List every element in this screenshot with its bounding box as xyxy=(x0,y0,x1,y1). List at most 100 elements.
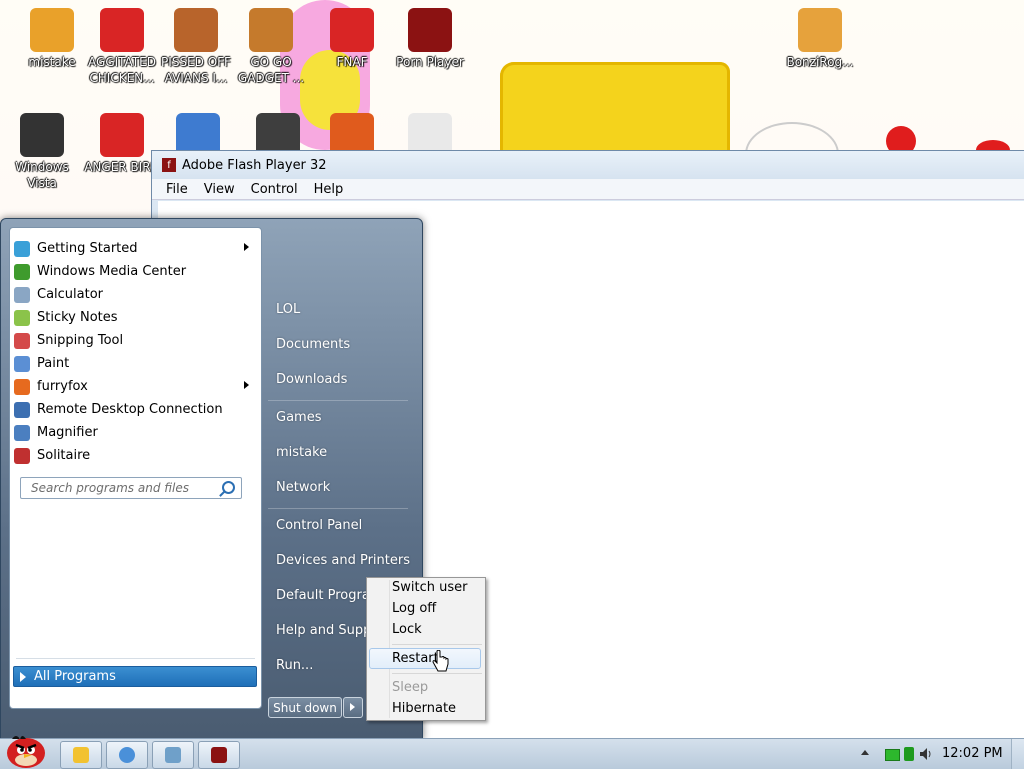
desktop-icon-label: FNAF xyxy=(336,55,368,69)
user-folder-icon xyxy=(30,8,74,52)
desktop-icon-label: Windows Vista xyxy=(15,160,69,190)
desktop-icon[interactable]: BonziRog... xyxy=(782,8,858,70)
desktop-icon-label: BonziRog... xyxy=(786,55,854,69)
menu-item-sleep: Sleep xyxy=(392,680,429,695)
start-right-games[interactable]: Games xyxy=(276,410,321,425)
start-right-control-panel[interactable]: Control Panel xyxy=(276,518,362,533)
desktop-icon[interactable]: GO GO GADGET ... xyxy=(233,8,309,86)
remote-desktop-icon xyxy=(14,401,30,418)
menu-item-lock[interactable]: Lock xyxy=(392,622,422,637)
start-program-item[interactable]: Snipping Tool xyxy=(10,329,261,352)
magnifier-icon xyxy=(14,424,30,441)
angry-bird-icon xyxy=(330,8,374,52)
program-label: Sticky Notes xyxy=(37,310,118,325)
angry-bird-icon xyxy=(100,8,144,52)
desktop-icon[interactable]: FNAF xyxy=(314,8,390,70)
shutdown-button[interactable]: Shut down xyxy=(268,697,342,718)
separator xyxy=(392,644,482,645)
start-program-item[interactable]: Magnifier xyxy=(10,421,261,444)
program-label: furryfox xyxy=(37,379,88,394)
menu-help[interactable]: Help xyxy=(306,182,352,197)
taskbar-button[interactable] xyxy=(60,741,102,769)
desktop-icon[interactable]: Windows Vista xyxy=(4,113,80,191)
paint-icon xyxy=(14,355,30,372)
taskbar-button[interactable] xyxy=(152,741,194,769)
desktop-icon[interactable]: AGGITATED CHICKEN... xyxy=(84,8,160,86)
desktop-icon-label: PISSED OFF AVIANS I... xyxy=(161,55,231,85)
desktop-icon[interactable]: mistake xyxy=(14,8,90,70)
all-programs-label: All Programs xyxy=(34,669,116,684)
start-right-documents[interactable]: Documents xyxy=(276,337,350,352)
window-titlebar[interactable]: f Adobe Flash Player 32 xyxy=(152,151,1024,179)
start-program-item[interactable]: Getting Started xyxy=(10,237,261,260)
media-center-icon xyxy=(14,263,30,280)
start-right-devices-printers[interactable]: Devices and Printers xyxy=(276,553,410,568)
flash-icon xyxy=(408,8,452,52)
angry-bird-icon xyxy=(100,113,144,157)
program-label: Calculator xyxy=(37,287,104,302)
menu-view[interactable]: View xyxy=(196,182,243,197)
start-program-item[interactable]: Remote Desktop Connection xyxy=(10,398,261,421)
image-viewer-icon xyxy=(165,747,181,763)
desktop-icon[interactable]: Porn Player xyxy=(392,8,468,70)
program-label: Snipping Tool xyxy=(37,333,124,348)
program-label: Magnifier xyxy=(37,425,98,440)
arrow-right-icon xyxy=(244,381,249,389)
menu-item-hibernate[interactable]: Hibernate xyxy=(392,701,456,716)
solitaire-icon xyxy=(14,447,30,464)
taskbar-button[interactable] xyxy=(198,741,240,769)
firefox-icon xyxy=(14,378,30,395)
programs-pane: Getting Started Windows Media Center Calcu… xyxy=(9,227,262,709)
start-right-network[interactable]: Network xyxy=(276,480,330,495)
trash-can-icon xyxy=(20,113,64,157)
menu-item-switch-user[interactable]: Switch user xyxy=(392,580,467,595)
angry-bird-start-icon xyxy=(7,736,45,768)
search-input[interactable]: Search programs and files xyxy=(20,477,242,499)
menu-file[interactable]: File xyxy=(158,182,196,197)
start-right-lol[interactable]: LOL xyxy=(276,302,300,317)
all-programs-button[interactable]: All Programs xyxy=(13,666,257,687)
program-label: Solitaire xyxy=(37,448,91,463)
desktop-icon[interactable]: ANGER BIRD xyxy=(84,113,160,175)
taskbar-clock[interactable]: 12:02 PM xyxy=(942,746,1003,761)
flash-icon: f xyxy=(162,158,176,172)
arrow-right-icon xyxy=(244,243,249,251)
getting-started-icon xyxy=(14,240,30,257)
chrome-icon xyxy=(119,747,135,763)
angry-birds-seasons-icon xyxy=(174,8,218,52)
taskbar-button[interactable] xyxy=(106,741,148,769)
start-program-item[interactable]: Paint xyxy=(10,352,261,375)
network-icon[interactable] xyxy=(904,747,914,761)
menu-item-log-off[interactable]: Log off xyxy=(392,601,436,616)
window-menubar: File View Control Help xyxy=(152,179,1024,200)
desktop-icon-label: ANGER BIRD xyxy=(84,160,160,174)
start-right-mistake[interactable]: mistake xyxy=(276,445,327,460)
start-button[interactable] xyxy=(2,731,50,769)
shutdown-options-button[interactable] xyxy=(343,697,363,718)
shutdown-label: Shut down xyxy=(273,700,337,715)
power-options-menu: Switch user Log off Lock Restart Sleep H… xyxy=(366,577,486,721)
show-hidden-icons-button[interactable] xyxy=(861,750,869,755)
desktop-icon-label: AGGITATED CHICKEN... xyxy=(88,55,156,85)
menu-control[interactable]: Control xyxy=(243,182,306,197)
start-program-item[interactable]: furryfox xyxy=(10,375,261,398)
battery-icon[interactable] xyxy=(885,749,900,761)
start-right-downloads[interactable]: Downloads xyxy=(276,372,347,387)
start-program-item[interactable]: Sticky Notes xyxy=(10,306,261,329)
start-program-item[interactable]: Solitaire xyxy=(10,444,261,467)
flash-icon xyxy=(211,747,227,763)
search-placeholder: Search programs and files xyxy=(31,481,189,495)
show-desktop-button[interactable] xyxy=(1011,739,1024,769)
volume-icon[interactable] xyxy=(920,748,934,760)
separator xyxy=(268,400,408,401)
separator xyxy=(268,508,408,509)
calculator-icon xyxy=(14,286,30,303)
start-right-run[interactable]: Run... xyxy=(276,658,313,673)
desktop-icon[interactable]: PISSED OFF AVIANS I... xyxy=(158,8,234,86)
desktop-icon-label: Porn Player xyxy=(396,55,464,69)
search-icon[interactable] xyxy=(222,481,235,494)
start-program-item[interactable]: Windows Media Center xyxy=(10,260,261,283)
folder-icon xyxy=(798,8,842,52)
start-program-item[interactable]: Calculator xyxy=(10,283,261,306)
sticky-notes-icon xyxy=(14,309,30,326)
